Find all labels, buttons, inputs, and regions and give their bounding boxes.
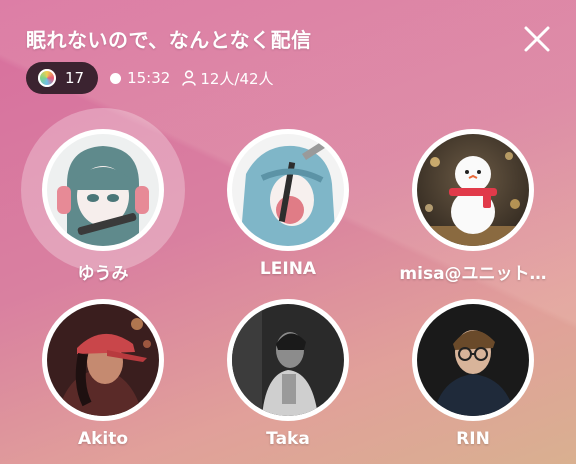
avatar-frame xyxy=(412,129,534,251)
badge-count-pill[interactable]: 17 xyxy=(26,62,99,94)
woman-red-cap-photo-avatar xyxy=(47,304,159,416)
anime-girl-blue-hair-avatar xyxy=(232,134,344,246)
member-rin[interactable]: RIN xyxy=(388,299,558,449)
listener-count: 12人/42人 xyxy=(182,68,274,89)
elapsed-time-value: 15:32 xyxy=(127,69,171,87)
member-akito[interactable]: Akito xyxy=(18,299,188,449)
avatar-frame xyxy=(42,299,164,421)
avatar-frame xyxy=(42,129,164,251)
close-button[interactable] xyxy=(520,22,554,56)
member-name: RIN xyxy=(456,429,490,449)
member-name: ゆうみ xyxy=(77,264,129,284)
listener-count-value: 12人/42人 xyxy=(200,69,274,88)
member-name: LEINA xyxy=(259,259,317,279)
rainbow-coin-icon xyxy=(38,69,56,87)
monochrome-man-photo-avatar xyxy=(232,304,344,416)
man-glasses-photo-avatar xyxy=(417,304,529,416)
room-title: 眠れないので、なんとなく配信 xyxy=(26,28,312,52)
room-stats: 17 15:32 12人/42人 xyxy=(26,62,274,94)
close-icon xyxy=(524,26,550,52)
anime-girl-headphones-avatar xyxy=(47,134,159,246)
avatar-frame xyxy=(227,299,349,421)
member-yuumi[interactable]: ゆうみ xyxy=(18,129,188,284)
snowman-avatar xyxy=(417,134,529,246)
elapsed-time: 15:32 xyxy=(110,69,170,87)
avatar-frame xyxy=(412,299,534,421)
badge-count: 17 xyxy=(65,69,85,87)
member-taka[interactable]: Taka xyxy=(203,299,373,449)
member-misa[interactable]: misa@ユニット… xyxy=(388,129,558,284)
member-name: Akito xyxy=(77,429,129,449)
avatar-frame xyxy=(227,129,349,251)
person-icon xyxy=(182,70,197,86)
member-name: Taka xyxy=(266,429,310,449)
live-dot-icon xyxy=(110,72,122,84)
member-name: misa@ユニット… xyxy=(399,264,547,284)
member-leina[interactable]: LEINA xyxy=(203,129,373,279)
